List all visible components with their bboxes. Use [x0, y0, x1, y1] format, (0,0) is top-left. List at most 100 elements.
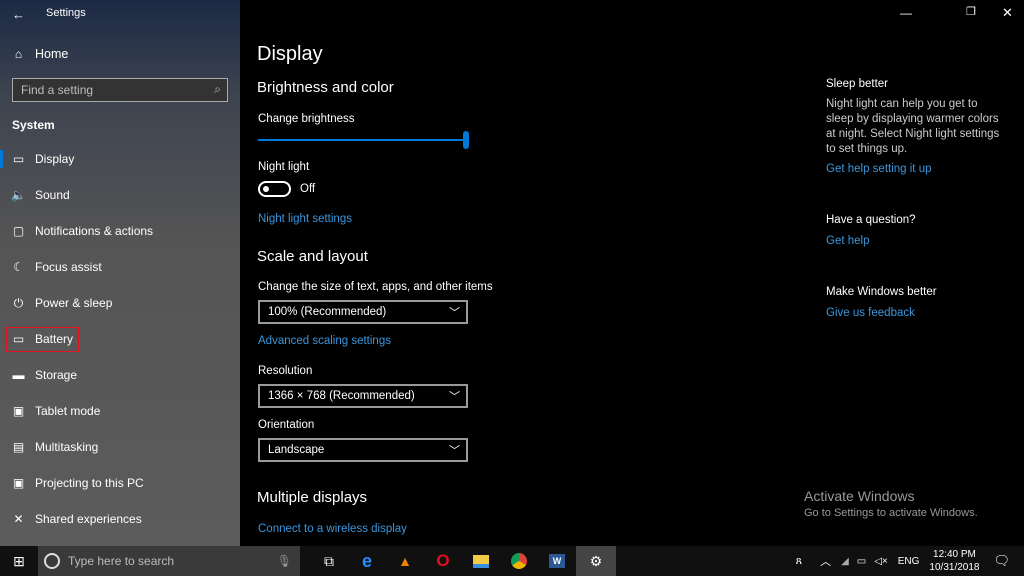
edge-icon: e [361, 550, 372, 571]
tablet-icon: ▣ [12, 404, 25, 418]
sidebar-item-projecting-to-this-pc[interactable]: ▣ Projecting to this PC [0, 465, 240, 501]
start-button[interactable]: ⊞ [0, 546, 38, 576]
sleep-title: Sleep better [826, 78, 889, 90]
night-light-settings-link[interactable]: Night light settings [258, 213, 352, 225]
sidebar-item-label: Power & sleep [35, 296, 113, 310]
notification-icon: ▢ [12, 224, 25, 238]
scale-value: 100% (Recommended) [268, 306, 387, 318]
activate-text: Go to Settings to activate Windows. [804, 507, 978, 519]
sidebar-item-label: Display [35, 152, 75, 166]
projector-icon: ▣ [12, 476, 25, 490]
feedback-link[interactable]: Give us feedback [826, 307, 915, 319]
chevron-down-icon: ﹀ [449, 445, 460, 457]
vlc-button[interactable]: ▲ [386, 546, 424, 576]
display-page: — ❐ ✕ Display Brightness and color Chang… [240, 0, 1024, 546]
opera-icon: O [436, 551, 450, 570]
wireless-display-link[interactable]: Connect to a wireless display [258, 523, 407, 535]
sidebar-item-focus-assist[interactable]: ☾ Focus assist [0, 249, 240, 285]
home-icon: ⌂ [14, 47, 23, 61]
sidebar-item-label: Multitasking [35, 440, 99, 454]
chrome-icon [511, 553, 527, 569]
advanced-scaling-link[interactable]: Advanced scaling settings [258, 335, 391, 347]
monitor-icon: ▭ [12, 152, 25, 166]
time: 12:40 PM [933, 549, 976, 560]
feedback-title: Make Windows better [826, 286, 937, 298]
page-title: Display [257, 43, 323, 65]
settings-button[interactable]: ⚙ [576, 546, 616, 576]
microphone-icon: 🎙 [276, 554, 292, 568]
vlc-icon: ▲ [398, 553, 412, 569]
sidebar-item-storage[interactable]: ▬ Storage [0, 357, 240, 393]
sidebar: ← Settings ⌂ Home Find a setting ⌕ System … [0, 0, 240, 546]
close-button[interactable]: ✕ [1002, 5, 1013, 21]
sidebar-item-battery[interactable]: ▭ Battery [0, 321, 240, 357]
action-center-icon[interactable]: 🗨 [993, 553, 1010, 569]
question-title: Have a question? [826, 214, 916, 226]
get-help-link[interactable]: Get help [826, 235, 869, 247]
back-button[interactable]: ← [12, 7, 25, 22]
taskbar: ⊞ Type here to search 🎙 ⧉ e ▲ O W ⚙ ጸ ︿ … [0, 546, 1024, 576]
sidebar-item-label: Shared experiences [35, 512, 142, 526]
selection-indicator [0, 150, 3, 168]
shared-icon: ✕ [13, 512, 24, 526]
orientation-label: Orientation [258, 419, 315, 431]
sidebar-item-notifications-actions[interactable]: ▢ Notifications & actions [0, 213, 240, 249]
minimize-button[interactable]: — [900, 6, 912, 20]
orientation-value: Landscape [268, 444, 325, 456]
taskbar-search[interactable]: Type here to search 🎙 [38, 546, 300, 576]
folder-icon [473, 554, 489, 568]
gear-icon: ⚙ [589, 552, 603, 569]
sidebar-item-shared-experiences[interactable]: ✕ Shared experiences [0, 501, 240, 537]
orientation-dropdown[interactable]: Landscape ﹀ [258, 438, 468, 462]
sidebar-item-power-sleep[interactable]: ⏻ Power & sleep [0, 285, 240, 321]
scale-dropdown[interactable]: 100% (Recommended) ﹀ [258, 300, 468, 324]
language-indicator[interactable]: ENG [898, 556, 920, 567]
highlight-box [6, 327, 79, 352]
sidebar-item-label: Projecting to this PC [35, 476, 144, 490]
brightness-heading: Brightness and color [257, 79, 394, 96]
storage-icon: ▬ [12, 368, 25, 382]
cortana-icon [44, 553, 60, 569]
search-input[interactable]: Find a setting ⌕ [12, 78, 228, 102]
search-icon: ⌕ [214, 82, 221, 96]
night-light-toggle[interactable] [258, 181, 291, 197]
resolution-label: Resolution [258, 365, 313, 377]
file-explorer-button[interactable] [462, 546, 500, 576]
night-light-state: Off [300, 183, 316, 195]
sidebar-item-sound[interactable]: 🔈 Sound [0, 177, 240, 213]
date: 10/31/2018 [929, 562, 980, 573]
taskbar-search-placeholder: Type here to search [68, 554, 175, 568]
scale-heading: Scale and layout [257, 248, 368, 265]
moon-icon: ☾ [13, 260, 24, 274]
resolution-value: 1366 × 768 (Recommended) [268, 390, 415, 402]
multiple-displays-heading: Multiple displays [257, 489, 368, 506]
night-light-label: Night light [258, 161, 310, 173]
restore-button[interactable]: ❐ [966, 5, 976, 18]
windows-icon: ⊞ [13, 552, 25, 569]
brightness-slider-thumb[interactable] [463, 131, 469, 149]
chevron-up-icon[interactable]: ︿ [820, 553, 831, 569]
word-button[interactable]: W [538, 546, 576, 576]
task-view-button[interactable]: ⧉ [310, 546, 348, 576]
edge-button[interactable]: e [348, 546, 386, 576]
word-icon: W [548, 554, 566, 568]
chrome-button[interactable] [500, 546, 538, 576]
resolution-dropdown[interactable]: 1366 × 768 (Recommended) ﹀ [258, 384, 468, 408]
volume-muted-icon[interactable]: ◁× [874, 556, 888, 567]
sidebar-item-display[interactable]: ▭ Display [0, 141, 240, 177]
sidebar-item-label: Tablet mode [35, 404, 101, 418]
opera-button[interactable]: O [424, 546, 462, 576]
speaker-icon: 🔈 [11, 188, 26, 202]
clock[interactable]: 12:40 PM 10/31/2018 [929, 548, 979, 574]
sidebar-item-label: Sound [35, 188, 70, 202]
battery-icon[interactable]: ▭ [857, 556, 866, 567]
sidebar-item-multitasking[interactable]: ▤ Multitasking [0, 429, 240, 465]
wifi-icon[interactable]: ◢ [841, 556, 849, 567]
people-icon[interactable]: ጸ [796, 555, 802, 568]
brightness-label: Change brightness [258, 113, 355, 125]
sleep-help-link[interactable]: Get help setting it up [826, 163, 931, 175]
brightness-slider[interactable] [258, 139, 466, 141]
sidebar-item-label: Focus assist [35, 260, 102, 274]
sidebar-item-home[interactable]: ⌂ Home [0, 36, 240, 72]
sidebar-item-tablet-mode[interactable]: ▣ Tablet mode [0, 393, 240, 429]
